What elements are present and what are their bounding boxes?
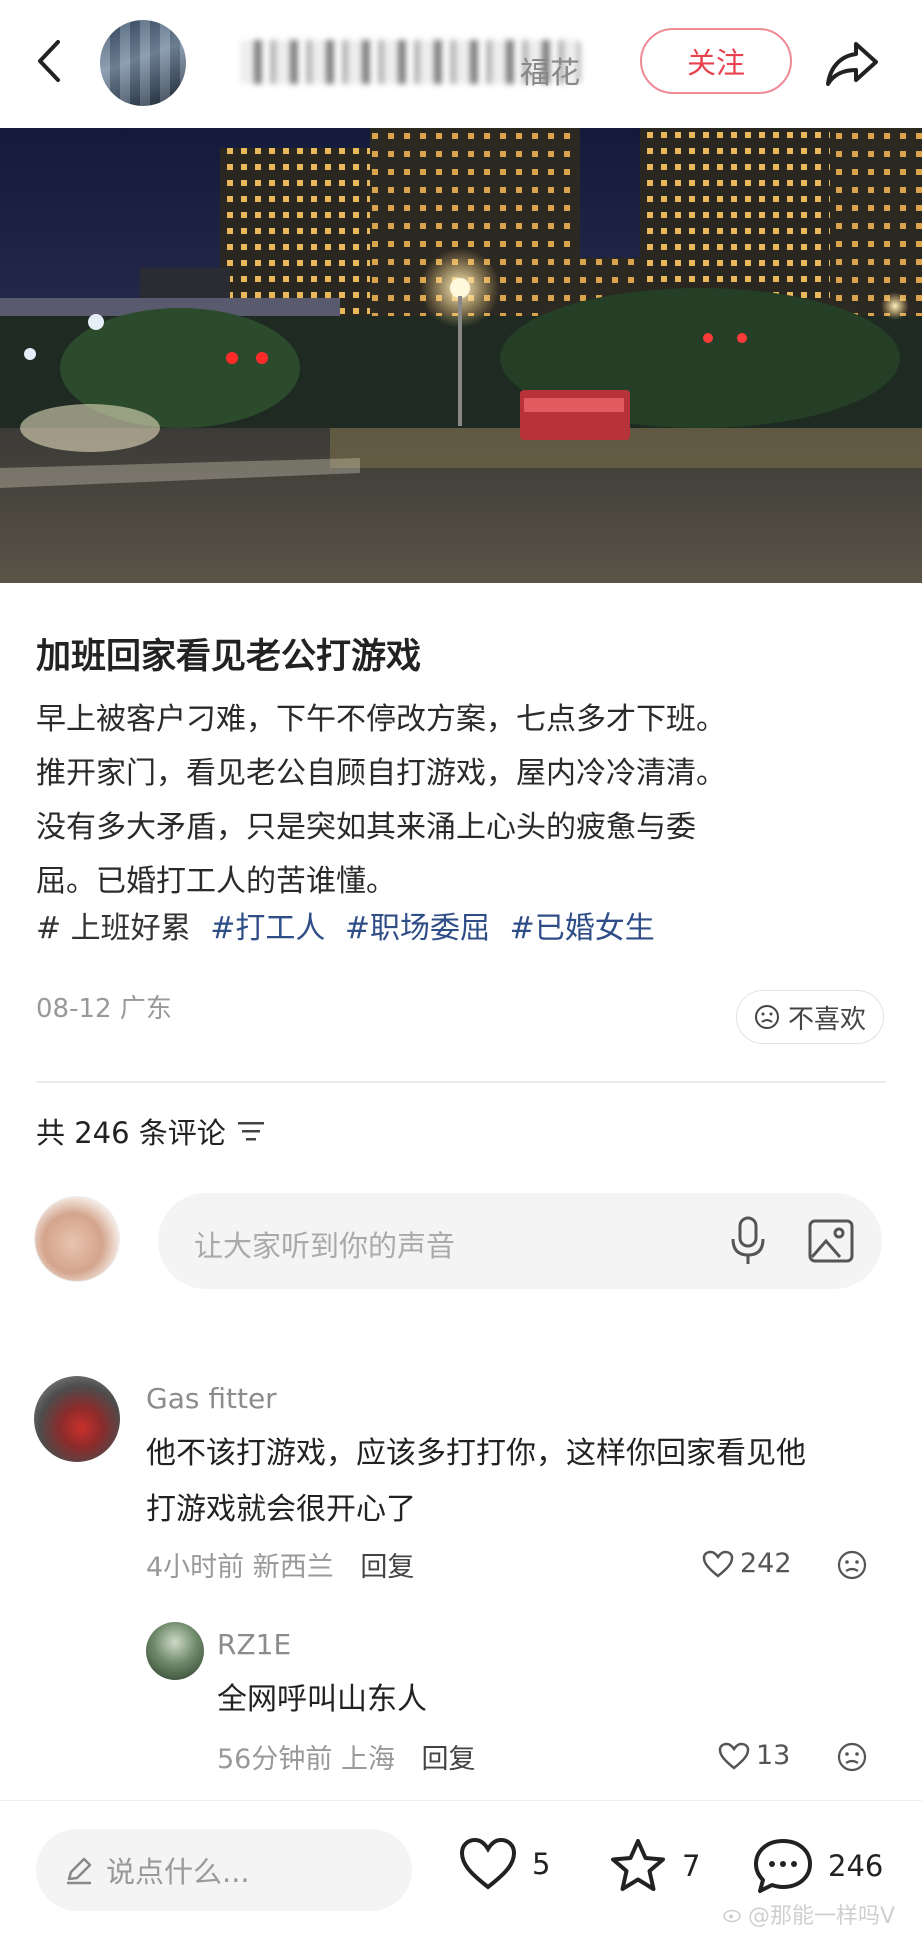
favorite-button[interactable]: 7 (608, 1837, 700, 1895)
post-location: 广东 (119, 994, 172, 1024)
post-photo[interactable] (0, 128, 922, 583)
watermark-text: @那能一样吗V (748, 1904, 896, 1929)
comment-input-placeholder: 让大家听到你的声音 (194, 1229, 456, 1263)
watermark: @那能一样吗V (722, 1898, 895, 1930)
comment-text: 他不该打游戏，应该多打打你，这样你回家看见他 打游戏就会很开心了 (146, 1426, 896, 1538)
tag-link[interactable]: #已婚女生 (510, 911, 655, 946)
comment-text-line: 打游戏就会很开心了 (146, 1492, 416, 1527)
comment-like-count: 242 (740, 1548, 792, 1579)
comment-input[interactable]: 让大家听到你的声音 (158, 1193, 882, 1289)
sad-face-icon (754, 1004, 780, 1030)
commenter-name[interactable]: Gas fitter (146, 1382, 277, 1415)
comment-total-count: 246 (828, 1849, 884, 1883)
comment-bubble-icon (752, 1837, 814, 1895)
post-body-line: 没有多大矛盾，只是突如其来涌上心头的疲惫与委 (36, 810, 696, 845)
heart-icon (702, 1550, 734, 1578)
post-body: 早上被客户刁难，下午不停改方案，七点多才下班。 推开家门，看见老公自顾自打游戏，… (36, 693, 896, 909)
reply-like-button[interactable]: 13 (718, 1740, 790, 1771)
microphone-icon[interactable] (726, 1215, 770, 1267)
comment-count-label: 共 246 条评论 (36, 1116, 226, 1150)
heart-icon (718, 1742, 750, 1770)
post-tags: # 上班好累 #打工人 #职场委屈 #已婚女生 (36, 902, 665, 956)
sad-face-icon[interactable] (836, 1741, 868, 1773)
comment-count-header[interactable]: 共 246 条评论 (36, 1110, 266, 1152)
author-avatar[interactable] (100, 20, 186, 106)
share-icon[interactable] (822, 36, 882, 92)
reply-location: 上海 (340, 1744, 395, 1775)
replier-avatar[interactable] (146, 1622, 204, 1680)
divider (36, 1081, 886, 1083)
star-icon (608, 1837, 668, 1895)
author-name[interactable]: 福花 (520, 48, 580, 92)
post-meta: 08-12 广东 (36, 988, 172, 1025)
sad-face-icon[interactable] (836, 1549, 868, 1581)
post-title: 加班回家看见老公打游戏 (36, 637, 422, 677)
comment-text-line: 他不该打游戏，应该多打打你，这样你回家看见他 (146, 1436, 806, 1471)
post-body-line: 推开家门，看见老公自顾自打游戏，屋内冷冷清清。 (36, 756, 726, 791)
top-bar: 福花 关注 (0, 0, 922, 128)
comment-like-button[interactable]: 242 (702, 1548, 792, 1579)
dislike-button[interactable]: 不喜欢 (736, 990, 884, 1044)
tag-link[interactable]: #打工人 (210, 911, 325, 946)
dislike-label: 不喜欢 (787, 1004, 866, 1035)
post-body-line: 屈。已婚打工人的苦谁懂。 (36, 864, 396, 899)
commenter-avatar[interactable] (34, 1376, 120, 1462)
comment-button[interactable]: 246 (752, 1837, 883, 1895)
tag-link[interactable]: # 上班好累 (36, 911, 191, 946)
weibo-icon (722, 1905, 744, 1923)
replier-name[interactable]: RZ1E (217, 1628, 291, 1661)
post-body-line: 早上被客户刁难，下午不停改方案，七点多才下班。 (36, 702, 726, 737)
reply-time: 56分钟前 (217, 1744, 333, 1775)
reply-button[interactable]: 回复 (422, 1744, 476, 1775)
heart-icon (458, 1837, 518, 1891)
say-something-input[interactable]: 说点什么... (36, 1829, 412, 1911)
follow-button[interactable]: 关注 (640, 28, 792, 94)
favorite-count: 7 (682, 1849, 701, 1883)
sort-icon[interactable] (237, 1120, 266, 1142)
reply-meta: 56分钟前 上海 回复 (217, 1737, 476, 1776)
back-arrow-icon[interactable] (30, 36, 70, 86)
comment-location: 新西兰 (252, 1552, 334, 1583)
pencil-icon (64, 1855, 94, 1885)
like-count: 5 (532, 1847, 551, 1881)
say-placeholder: 说点什么... (106, 1855, 250, 1889)
tag-link[interactable]: #职场委屈 (345, 911, 490, 946)
post-date: 08-12 (36, 994, 112, 1024)
reply-button[interactable]: 回复 (360, 1552, 414, 1583)
image-upload-icon[interactable] (806, 1217, 856, 1265)
reply-like-count: 13 (756, 1740, 791, 1771)
my-avatar (34, 1196, 120, 1282)
like-button[interactable]: 5 (458, 1837, 550, 1891)
comment-time: 4小时前 (146, 1552, 245, 1583)
comment-meta: 4小时前 新西兰 回复 (146, 1545, 414, 1584)
reply-text: 全网呼叫山东人 (217, 1682, 427, 1717)
